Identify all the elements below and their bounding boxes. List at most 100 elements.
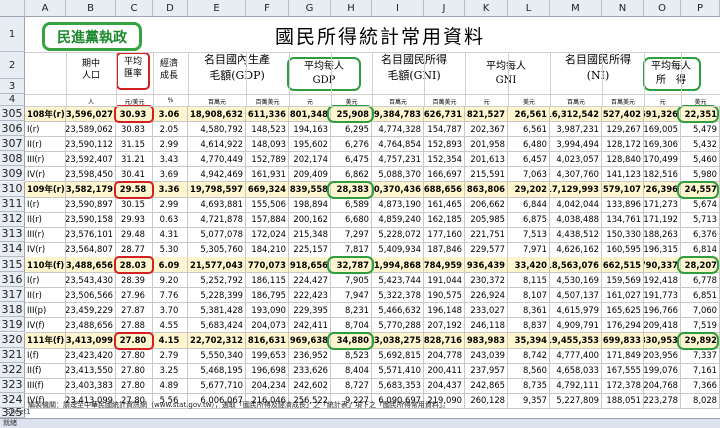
data-cell[interactable]: 5,713 bbox=[681, 211, 720, 228]
data-cell[interactable]: 4,042,044 bbox=[550, 196, 602, 213]
data-cell[interactable]: 242,602 bbox=[289, 377, 331, 394]
data-cell[interactable]: 191,044 bbox=[424, 272, 465, 289]
data-cell[interactable]: 203,956 bbox=[644, 347, 681, 364]
data-cell[interactable]: 7,513 bbox=[508, 226, 550, 243]
data-cell[interactable]: 5,683,424 bbox=[188, 317, 246, 334]
data-cell[interactable]: 9,357 bbox=[508, 392, 550, 409]
data-cell[interactable]: 28.39 bbox=[116, 272, 153, 289]
data-cell[interactable]: 7.76 bbox=[153, 287, 188, 304]
data-cell[interactable]: 33,420 bbox=[508, 257, 550, 274]
data-cell[interactable]: 5,460 bbox=[681, 151, 720, 168]
data-cell[interactable]: 5,571,410 bbox=[372, 362, 424, 379]
data-cell[interactable]: 171,192 bbox=[644, 211, 681, 228]
data-cell[interactable]: 5,550,340 bbox=[188, 347, 246, 364]
data-cell[interactable]: 19,384,783 bbox=[372, 106, 424, 123]
data-cell[interactable]: 242,411 bbox=[289, 317, 331, 334]
row-label[interactable]: 109年(r) bbox=[25, 181, 66, 198]
row-header-322[interactable]: 322 bbox=[0, 362, 25, 378]
data-cell[interactable]: 8,837 bbox=[508, 317, 550, 334]
data-cell[interactable]: 5,228,072 bbox=[372, 226, 424, 243]
data-cell[interactable]: 626,731 bbox=[424, 106, 465, 123]
row-header-313[interactable]: 313 bbox=[0, 226, 25, 242]
data-cell[interactable]: 863,806 bbox=[465, 181, 508, 198]
data-cell[interactable]: 7,297 bbox=[331, 226, 372, 243]
row-label[interactable]: I(f) bbox=[25, 347, 66, 364]
data-cell[interactable]: 8,028 bbox=[681, 392, 720, 409]
data-cell[interactable]: 215,591 bbox=[465, 166, 508, 183]
row-header-308[interactable]: 308 bbox=[0, 151, 25, 167]
data-cell[interactable]: 190,575 bbox=[424, 287, 465, 304]
data-cell[interactable]: 23,582,179 bbox=[66, 181, 116, 198]
row-label[interactable]: III(p) bbox=[25, 302, 66, 319]
data-cell[interactable]: 29.48 bbox=[116, 226, 153, 243]
data-cell[interactable]: 8,523 bbox=[331, 347, 372, 364]
data-cell[interactable]: 209,418 bbox=[644, 317, 681, 334]
data-cell[interactable]: 23,459,229 bbox=[66, 302, 116, 319]
data-cell[interactable]: 18,563,076 bbox=[550, 257, 602, 274]
data-cell[interactable]: 983,983 bbox=[465, 332, 508, 349]
row-header-2[interactable]: 2 bbox=[0, 52, 25, 79]
data-cell[interactable]: 6,480 bbox=[508, 136, 550, 153]
data-cell[interactable]: 204,073 bbox=[246, 317, 289, 334]
data-cell[interactable]: 6,680 bbox=[331, 211, 372, 228]
data-cell[interactable]: 184,210 bbox=[246, 241, 289, 258]
column-header-a[interactable]: A bbox=[25, 0, 66, 17]
data-cell[interactable]: 3.43 bbox=[153, 151, 188, 168]
row-header-318[interactable]: 318 bbox=[0, 302, 25, 318]
data-cell[interactable]: 221,751 bbox=[465, 226, 508, 243]
data-cell[interactable]: 188,263 bbox=[644, 226, 681, 243]
data-cell[interactable]: 4,614,922 bbox=[188, 136, 246, 153]
column-header-e[interactable]: E bbox=[188, 0, 246, 17]
data-cell[interactable]: 3.70 bbox=[153, 302, 188, 319]
data-cell[interactable]: 150,330 bbox=[602, 226, 644, 243]
data-cell[interactable]: 30.15 bbox=[116, 196, 153, 213]
data-cell[interactable]: 187,846 bbox=[424, 241, 465, 258]
sheet-tab-bar[interactable]: Sheet1 bbox=[0, 408, 120, 418]
data-cell[interactable]: 31.15 bbox=[116, 136, 153, 153]
data-cell[interactable]: 4.55 bbox=[153, 317, 188, 334]
data-cell[interactable]: 2.99 bbox=[153, 136, 188, 153]
row-header-4[interactable]: 4 bbox=[0, 94, 25, 106]
data-cell[interactable]: 161,931 bbox=[246, 166, 289, 183]
data-cell[interactable]: 6,778 bbox=[681, 272, 720, 289]
row-label[interactable]: II(r) bbox=[25, 211, 66, 228]
data-cell[interactable]: 5,674 bbox=[681, 196, 720, 213]
data-cell[interactable]: 188,051 bbox=[602, 392, 644, 409]
row-header-314[interactable]: 314 bbox=[0, 241, 25, 257]
data-cell[interactable]: 4.15 bbox=[153, 332, 188, 349]
data-cell[interactable]: 4,774,328 bbox=[372, 121, 424, 138]
data-cell[interactable]: 4,873,190 bbox=[372, 196, 424, 213]
data-cell[interactable]: 4,757,231 bbox=[372, 151, 424, 168]
data-cell[interactable]: 23,590,897 bbox=[66, 196, 116, 213]
data-cell[interactable]: 4,438,512 bbox=[550, 226, 602, 243]
row-label[interactable]: II(r) bbox=[25, 136, 66, 153]
row-header-1[interactable]: 1 bbox=[0, 17, 25, 52]
data-cell[interactable]: 23,506,566 bbox=[66, 287, 116, 304]
data-cell[interactable]: 6,475 bbox=[331, 151, 372, 168]
data-cell[interactable]: 784,959 bbox=[424, 257, 465, 274]
row-header-312[interactable]: 312 bbox=[0, 211, 25, 227]
row-label[interactable]: I(r) bbox=[25, 272, 66, 289]
data-cell[interactable]: 8,115 bbox=[508, 272, 550, 289]
data-cell[interactable]: 770,073 bbox=[246, 257, 289, 274]
data-cell[interactable]: 5,479 bbox=[681, 121, 720, 138]
data-cell[interactable]: 199,653 bbox=[246, 347, 289, 364]
data-cell[interactable]: 141,123 bbox=[602, 166, 644, 183]
data-cell[interactable]: 246,118 bbox=[465, 317, 508, 334]
data-cell[interactable]: 5,677,710 bbox=[188, 377, 246, 394]
data-cell[interactable]: 23,564,807 bbox=[66, 241, 116, 258]
data-cell[interactable]: 918,656 bbox=[289, 257, 331, 274]
column-header-c[interactable]: C bbox=[116, 0, 153, 17]
data-cell[interactable]: 23,413,550 bbox=[66, 362, 116, 379]
data-cell[interactable]: 23,596,027 bbox=[66, 106, 116, 123]
data-cell[interactable]: 7,366 bbox=[681, 377, 720, 394]
data-cell[interactable]: 23,488,656 bbox=[66, 317, 116, 334]
data-cell[interactable]: 8,727 bbox=[331, 377, 372, 394]
data-cell[interactable]: 4,909,791 bbox=[550, 317, 602, 334]
data-cell[interactable]: 4,942,469 bbox=[188, 166, 246, 183]
data-cell[interactable]: 23,589,062 bbox=[66, 121, 116, 138]
data-cell[interactable]: 5.30 bbox=[153, 241, 188, 258]
data-cell[interactable]: 186,115 bbox=[246, 272, 289, 289]
data-cell[interactable]: 148,093 bbox=[246, 136, 289, 153]
data-cell[interactable]: 152,893 bbox=[424, 136, 465, 153]
